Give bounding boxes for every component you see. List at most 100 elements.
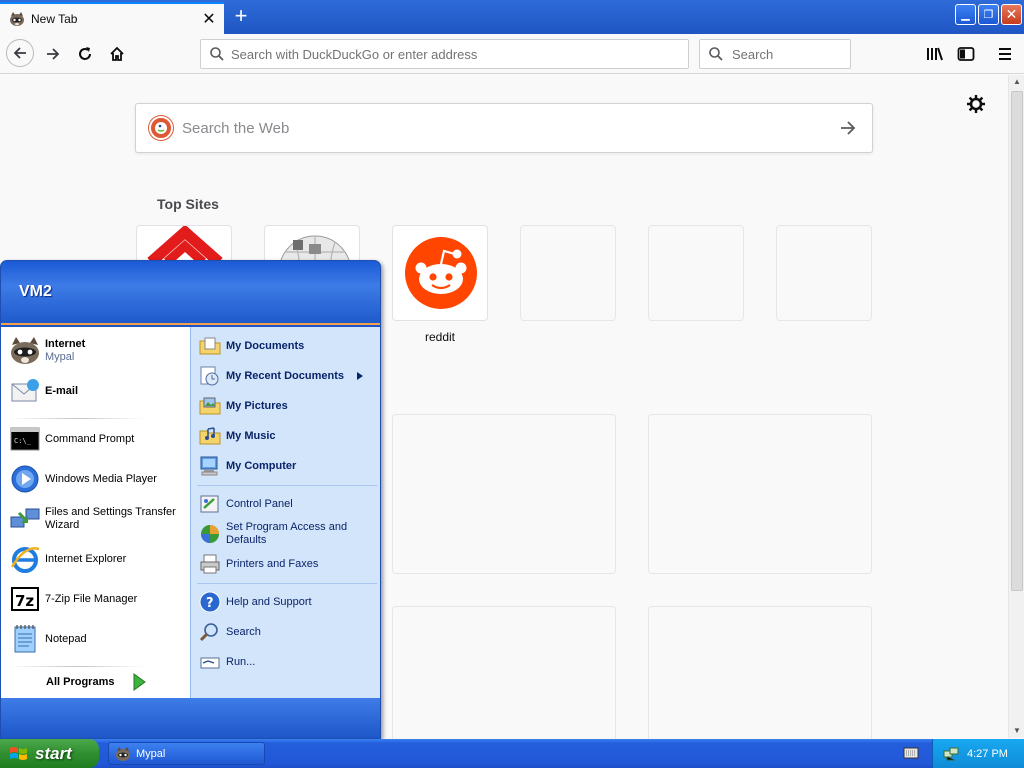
submenu-arrow-icon: [356, 372, 363, 380]
search-item[interactable]: Search: [199, 621, 261, 643]
setting-program-access[interactable]: Set Program Access and Defaults: [199, 521, 380, 547]
start-button[interactable]: start: [0, 739, 99, 768]
taskbar-item-mypal[interactable]: Mypal: [108, 742, 265, 765]
top-site-tile-reddit[interactable]: [392, 225, 488, 321]
run-icon: [200, 657, 220, 669]
computer-icon: [200, 456, 218, 476]
place-my-pictures[interactable]: My Pictures: [199, 395, 288, 417]
pinned-email[interactable]: E-mail: [9, 375, 78, 407]
7zip-icon: 7z: [11, 587, 39, 611]
web-search-box[interactable]: Search the Web: [135, 103, 873, 153]
scrollbar-thumb[interactable]: [1011, 91, 1023, 591]
new-tab-button[interactable]: +: [228, 3, 254, 29]
highlight-placeholder: [392, 606, 616, 756]
all-programs-label: All Programs: [46, 676, 115, 688]
close-window-button[interactable]: ✕: [1001, 4, 1022, 25]
mypal-raccoon-icon: [10, 12, 24, 26]
recent-internet-explorer[interactable]: Internet Explorer: [9, 543, 126, 575]
place-my-music[interactable]: My Music: [199, 425, 276, 447]
start-label: start: [35, 743, 72, 763]
recent-label: Windows Media Player: [45, 472, 157, 485]
forward-button[interactable]: [40, 41, 66, 67]
place-label: My Computer: [226, 459, 297, 472]
home-button[interactable]: [104, 41, 130, 67]
back-button[interactable]: [6, 39, 34, 67]
library-icon: [927, 47, 943, 61]
place-my-recent-documents[interactable]: My Recent Documents: [199, 365, 363, 387]
top-site-label: reddit: [424, 330, 456, 344]
start-menu-footer: [1, 698, 380, 738]
navigation-toolbar: Search with DuckDuckGo or enter address …: [0, 34, 1024, 74]
place-label: My Pictures: [226, 399, 288, 412]
recent-transfer-wizard[interactable]: Files and Settings Transfer Wizard: [9, 503, 190, 535]
place-my-documents[interactable]: My Documents: [199, 335, 304, 357]
search-icon: [709, 47, 723, 61]
empty-top-site-tile: [520, 225, 616, 321]
reload-button[interactable]: [72, 41, 98, 67]
arrow-right-icon[interactable]: [838, 118, 858, 138]
notepad-icon: [14, 625, 36, 653]
start-menu-header: VM2: [1, 261, 380, 325]
restore-button[interactable]: ❐: [978, 4, 999, 25]
minimize-button[interactable]: ▁: [955, 4, 976, 25]
mypal-raccoon-icon: [11, 337, 39, 364]
address-bar[interactable]: Search with DuckDuckGo or enter address: [200, 39, 689, 69]
separator: [197, 485, 377, 486]
menu-button[interactable]: [992, 41, 1018, 67]
highlight-placeholder: [648, 414, 872, 574]
printer-icon: [200, 554, 220, 574]
svg-text:7z: 7z: [15, 592, 34, 610]
help-and-support[interactable]: ? Help and Support: [199, 591, 312, 613]
program-defaults-icon: [201, 525, 219, 543]
taskbar-item-label: Mypal: [136, 747, 166, 760]
setting-control-panel[interactable]: Control Panel: [199, 493, 293, 515]
vertical-scrollbar[interactable]: ▲ ▼: [1008, 75, 1024, 738]
help-label: Help and Support: [226, 595, 312, 608]
pinned-email-title: E-mail: [45, 384, 79, 397]
close-tab-icon[interactable]: ✕: [200, 10, 218, 28]
window-controls: ▁ ❐ ✕: [955, 4, 1022, 25]
hamburger-menu-icon: [999, 48, 1011, 60]
pinned-internet-title: Internet: [45, 338, 86, 350]
separator: [9, 418, 145, 419]
all-programs-button[interactable]: All Programs: [46, 673, 147, 691]
scroll-up-arrow-icon[interactable]: ▲: [1011, 75, 1023, 89]
recent-notepad[interactable]: Notepad: [9, 623, 87, 655]
setting-printers-faxes[interactable]: Printers and Faxes: [199, 553, 318, 575]
sidebar-icon: [957, 47, 975, 61]
scroll-down-arrow-icon[interactable]: ▼: [1011, 724, 1023, 738]
library-button[interactable]: [922, 41, 948, 67]
reload-icon: [79, 47, 91, 60]
recent-windows-media-player[interactable]: Windows Media Player: [9, 463, 157, 495]
clock[interactable]: 4:27 PM: [967, 748, 1008, 760]
recent-command-prompt[interactable]: C:\_ Command Prompt: [9, 423, 134, 455]
place-my-computer[interactable]: My Computer: [199, 455, 296, 477]
recent-label: Files and Settings Transfer Wizard: [45, 506, 176, 531]
folder-music-icon: [199, 427, 221, 445]
folder-documents-icon: [199, 337, 221, 355]
run-item[interactable]: Run...: [199, 651, 255, 673]
gear-icon[interactable]: [966, 94, 986, 114]
recent-7zip[interactable]: 7z 7-Zip File Manager: [9, 583, 137, 615]
help-label: Run...: [226, 655, 256, 668]
search-icon: [210, 47, 224, 61]
help-icon: ?: [199, 591, 221, 613]
pinned-internet-subtitle: Mypal: [45, 351, 75, 363]
recent-documents-icon: [200, 366, 219, 386]
mypal-raccoon-icon: [116, 746, 130, 761]
tab-new-tab[interactable]: New Tab ✕: [0, 2, 224, 34]
place-label: My Recent Documents: [226, 369, 344, 382]
help-label: Search: [226, 625, 261, 638]
keyboard-icon[interactable]: [903, 746, 919, 760]
recent-label: Notepad: [45, 632, 87, 645]
tab-strip: New Tab ✕ + ▁ ❐ ✕: [0, 0, 1024, 34]
search-bar[interactable]: Search: [699, 39, 851, 69]
pinned-internet[interactable]: Internet Mypal: [9, 335, 85, 367]
recent-label: Command Prompt: [45, 432, 135, 445]
control-panel-icon: [200, 495, 219, 513]
network-icon[interactable]: [943, 746, 959, 762]
sidebar-button[interactable]: [953, 41, 979, 67]
setting-label: Control Panel: [226, 497, 293, 510]
highlight-placeholder: [392, 414, 616, 574]
place-label: My Music: [226, 429, 276, 442]
